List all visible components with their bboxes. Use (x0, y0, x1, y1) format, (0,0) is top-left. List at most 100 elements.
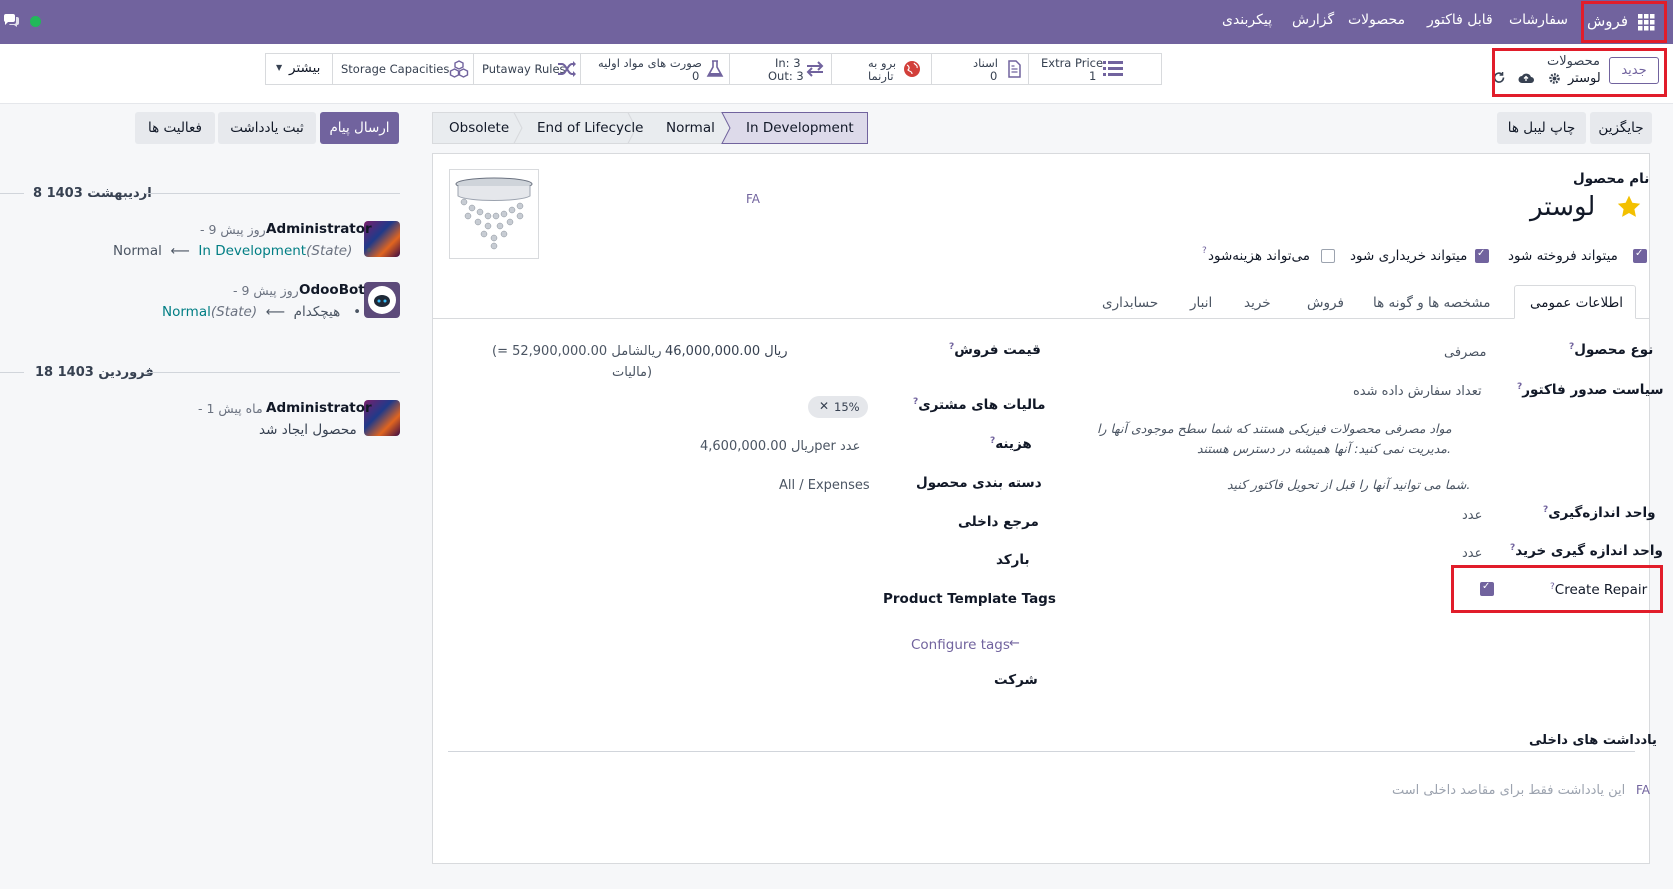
more-button[interactable]: ▼ بیشتر (266, 54, 332, 84)
favorite-star-icon[interactable] (1616, 194, 1642, 220)
company-label: شرکت (994, 672, 1038, 688)
bullet: • (344, 304, 362, 320)
stage-in-development[interactable]: In Development (746, 120, 854, 136)
product-name-input[interactable]: لوستر (1530, 192, 1595, 222)
purchase-uom-value[interactable]: عدد (1462, 546, 1482, 561)
flask-icon (706, 60, 724, 77)
product-name-label: نام محصول (1573, 171, 1650, 187)
internal-ref-label: مرجع داخلی (958, 514, 1039, 530)
sales-price-label: ?قیمت فروش (949, 342, 1041, 358)
app-highlight-box (1581, 1, 1667, 43)
menu-to-invoice[interactable]: قابل فاکتور (1427, 12, 1493, 28)
message-time: - 9 روز پیش (233, 283, 299, 298)
chandelier-image (455, 177, 533, 250)
can-be-sold-checkbox[interactable] (1633, 248, 1647, 263)
print-labels-button[interactable]: چاپ لیبل ها (1497, 112, 1586, 144)
extra-price-button[interactable]: Extra Price 1 (1028, 54, 1162, 84)
chatter-date-2: 18 فروردین 1403 (35, 365, 154, 380)
can-be-purchased-checkbox[interactable] (1475, 248, 1489, 263)
menu-reporting[interactable]: گزارش (1292, 12, 1334, 28)
bom-count: 0 (692, 69, 700, 83)
cubes-icon (449, 60, 469, 78)
product-type-label: ?نوع محصول (1569, 342, 1654, 358)
internal-notes-label: یادداشت های داخلی (1529, 733, 1657, 748)
product-category-label: دسته بندی محصول (916, 475, 1042, 491)
tracking-field: (State) (306, 243, 353, 259)
send-message-button[interactable]: ارسال پیام (320, 112, 399, 144)
extra-price-count: 1 (1089, 69, 1097, 83)
product-type-value[interactable]: مصرفی (1444, 345, 1486, 360)
configure-tags-link[interactable]: Configure tags (911, 637, 1010, 653)
tab-accounting[interactable]: حسابداری (1102, 295, 1158, 311)
bom-label: صورت های مواد اولیه (598, 56, 702, 70)
bom-button[interactable]: صورت های مواد اولیه 0 (580, 54, 729, 84)
tab-general-info-label[interactable]: اطلاعات عمومی (1530, 295, 1623, 311)
product-image[interactable] (449, 169, 539, 259)
tab-sales[interactable]: فروش (1307, 295, 1344, 311)
date-separator-left (0, 193, 24, 194)
replace-button[interactable]: جایگزین (1590, 112, 1652, 144)
create-repair-highlight-box (1451, 565, 1663, 613)
controls-highlight-box (1492, 48, 1667, 97)
message-body: محصول ایجاد شد (259, 422, 357, 438)
in-out-button[interactable]: In: 3 Out: 3 (729, 54, 831, 84)
log-note-button[interactable]: ثبت یادداشت (218, 112, 316, 144)
documents-button[interactable]: اسناد 0 (931, 54, 1028, 84)
can-be-expensed-checkbox[interactable] (1321, 249, 1335, 263)
tab-attributes-variants[interactable]: مشخصه ها و گونه ها (1373, 295, 1490, 311)
message-author[interactable]: Administrator (266, 400, 372, 416)
tab-purchase[interactable]: خرید (1244, 295, 1271, 311)
exchange-icon (806, 61, 824, 77)
documents-count: 0 (990, 69, 998, 83)
top-navbar: پیکربندی گزارش محصولات قابل فاکتور سفارش… (0, 0, 1673, 44)
putaway-label: Putaway Rules (482, 62, 566, 76)
sales-price-value[interactable]: 46,000,000.00 ریال (665, 344, 788, 359)
website-label-1: برو به (868, 56, 897, 70)
name-lang-button[interactable]: FA (746, 192, 760, 206)
list-icon (1103, 61, 1123, 76)
cost-value[interactable]: 4,600,000.00 ریالper عدد (700, 439, 860, 454)
in-label: In: 3 (775, 56, 801, 70)
menu-orders[interactable]: سفارشات (1509, 12, 1568, 28)
help-icon[interactable]: ? (1202, 246, 1207, 256)
uom-value[interactable]: عدد (1462, 508, 1482, 523)
menu-configuration[interactable]: پیکربندی (1222, 12, 1272, 28)
chatter-date-1: 8 اردیبهشت 1403 (33, 186, 152, 201)
bullet: • (356, 243, 374, 259)
menu-products[interactable]: محصولات (1348, 12, 1405, 28)
stage-obsolete[interactable]: Obsolete (449, 120, 509, 136)
stage-end-of-lifecycle[interactable]: End of Lifecycle (537, 120, 643, 136)
product-category-value[interactable]: All / Expenses (779, 478, 870, 493)
putaway-rules-button[interactable]: Putaway Rules (473, 54, 580, 84)
tax-tag[interactable]: ✕ 15% (808, 396, 868, 418)
extra-price-label: Extra Price (1041, 56, 1104, 70)
invoice-policy-help: شما می توانید آنها را قبل از تحویل فاکتو… (1227, 477, 1471, 492)
avatar-odoobot[interactable] (364, 282, 400, 318)
tax-tag-remove-icon[interactable]: ✕ (819, 399, 829, 413)
message-author[interactable]: Administrator (266, 221, 372, 237)
discuss-icon[interactable] (2, 12, 20, 28)
storage-capacities-button[interactable]: Storage Capacities (332, 54, 473, 84)
more-label: بیشتر (289, 60, 321, 76)
sales-price-with-tax-line1: (= 52,900,000.00 ریالشامل (492, 344, 662, 359)
website-label-2: تارنما (868, 69, 894, 83)
odoobot-face-icon (368, 286, 396, 314)
barcode-label: بارکد (996, 552, 1030, 568)
message-author[interactable]: OdooBot (299, 282, 365, 298)
date-separator-left (0, 372, 24, 373)
tabs-divider (433, 318, 1649, 319)
activities-button[interactable]: فعالیت ها (135, 112, 215, 144)
stage-normal[interactable]: Normal (666, 120, 715, 136)
can-be-sold-label: میتواند فروخته شود (1508, 248, 1618, 264)
invoice-policy-value[interactable]: تعداد سفارش داده شده (1353, 384, 1482, 399)
go-to-website-button[interactable]: برو به تارنما (831, 54, 931, 84)
internal-notes-placeholder[interactable]: این یادداشت فقط برای مقاصد داخلی است (1392, 783, 1625, 798)
tracking-line: Normal ⟵ In Development(State) • (113, 243, 373, 259)
tracking-old-value: Normal (113, 243, 162, 259)
notes-lang-button[interactable]: FA (1636, 783, 1650, 797)
tracking-old-value: هیچکدام (293, 304, 341, 320)
tab-inventory[interactable]: انبار (1190, 295, 1212, 311)
date-separator-right (145, 372, 400, 373)
uom-label: ?واحد اندازه‌گیری (1543, 505, 1656, 521)
tax-tag-label: 15% (834, 400, 860, 414)
